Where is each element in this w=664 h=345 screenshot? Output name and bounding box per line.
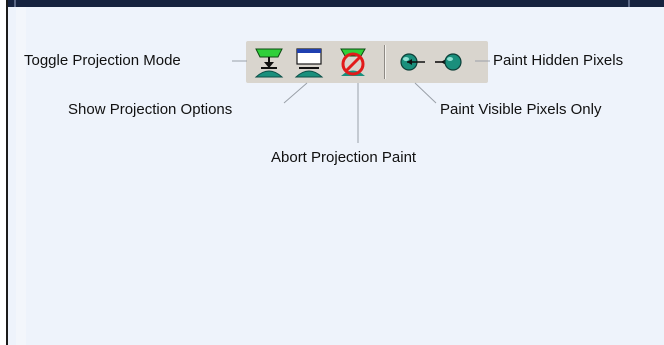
callout-show-projection-options: Show Projection Options: [68, 101, 233, 118]
paint-visible-pixels-only-icon: [400, 53, 425, 71]
callout-paint-hidden-pixels: Paint Hidden Pixels: [493, 52, 624, 69]
paint-hidden-pixels-icon: [435, 53, 462, 71]
paint-visible-pixels-only-button[interactable]: [394, 46, 428, 78]
toggle-projection-mode-button[interactable]: [252, 46, 286, 78]
show-projection-options-button[interactable]: [292, 46, 326, 78]
title-bar-mark: [14, 0, 16, 7]
toolbar-separator: [384, 45, 386, 79]
callout-toggle-projection-mode: Toggle Projection Mode: [24, 52, 181, 69]
abort-projection-paint-button[interactable]: [336, 46, 370, 78]
title-bar-mark: [628, 0, 630, 7]
title-bar: [8, 0, 664, 7]
projection-paint-toolbar: [246, 41, 488, 83]
callout-abort-projection-paint: Abort Projection Paint: [271, 149, 417, 166]
callout-paint-visible-pixels-only: Paint Visible Pixels Only: [440, 101, 602, 118]
paint-hidden-pixels-button[interactable]: [432, 46, 466, 78]
toggle-projection-mode-icon: [254, 48, 284, 78]
show-projection-options-icon: [294, 48, 324, 78]
abort-projection-paint-icon: [340, 48, 366, 76]
